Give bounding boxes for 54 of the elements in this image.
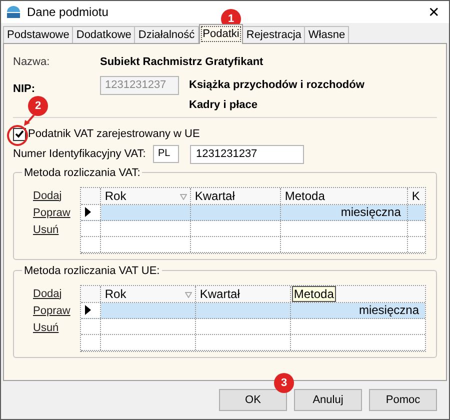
table-row[interactable]: [80, 318, 425, 334]
action-link[interactable]: Dodaj: [33, 286, 62, 300]
header-cell[interactable]: Rok: [100, 286, 196, 302]
name-label: Nazwa:: [13, 54, 51, 70]
header-cell[interactable]: Metoda: [290, 286, 425, 302]
table-row[interactable]: [80, 236, 425, 252]
vat-number-field[interactable]: 1231231237: [190, 144, 304, 164]
column-header: Rok: [104, 286, 126, 302]
column-header: Metoda: [284, 188, 325, 204]
country-code-field[interactable]: PL: [153, 145, 179, 163]
entity-name: Subiekt Rachmistrz Gratyfikant: [100, 54, 264, 70]
column-header: Kwartał: [200, 286, 240, 302]
row-pointer-icon: [84, 305, 91, 315]
annotation-arrow-icon: [23, 115, 35, 127]
tab[interactable]: Podstawowe: [3, 26, 74, 43]
action-link[interactable]: Usuń: [33, 320, 59, 334]
table-row[interactable]: miesięczna: [80, 302, 425, 318]
table-row[interactable]: [80, 220, 425, 236]
close-button[interactable]: ✕: [424, 5, 444, 19]
table-row[interactable]: miesięczna: [80, 204, 425, 220]
action-link[interactable]: Usuń: [33, 222, 59, 236]
tab[interactable]: Własne: [304, 26, 350, 43]
header-cell[interactable]: Kwartał: [190, 188, 281, 204]
header-tooltip: Metoda: [292, 286, 336, 302]
window-title: Dane podmiotu: [27, 4, 108, 21]
action-link[interactable]: Popraw: [33, 302, 70, 318]
header-cell[interactable]: Kwartał: [196, 286, 291, 302]
dialog-button[interactable]: Anuluj: [294, 389, 362, 411]
row-pointer-icon: [84, 207, 91, 217]
column-header: Kwartał: [194, 188, 235, 204]
vat-id-label: Numer Identyfikacyjny VAT:: [13, 146, 147, 162]
dialog-button[interactable]: Pomoc: [369, 389, 437, 411]
nip-label: NIP:: [13, 82, 36, 95]
app-logo-icon: [6, 6, 21, 18]
table-cell-text: miesięczna: [358, 302, 419, 319]
header-cell[interactable]: K: [408, 188, 425, 204]
header-cell[interactable]: Metoda: [280, 188, 408, 204]
header-cell[interactable]: Rok: [100, 188, 191, 204]
table-row[interactable]: [80, 334, 425, 350]
sort-icon[interactable]: [184, 292, 192, 298]
checkbox[interactable]: [13, 128, 26, 141]
action-link[interactable]: Popraw: [33, 204, 70, 220]
checkbox-label: Podatnik VAT zarejestrowany w UE: [28, 127, 200, 142]
sort-icon[interactable]: [180, 194, 187, 200]
dialog-button[interactable]: OK: [219, 389, 287, 411]
tab[interactable]: Działalność: [134, 26, 199, 43]
module-label: Kadry i płace: [189, 98, 258, 112]
table-cell-text: miesięczna: [340, 204, 401, 221]
action-link[interactable]: Dodaj: [33, 188, 62, 202]
tab[interactable]: Podatki: [198, 24, 244, 44]
module-label: Książka przychodów i rozchodów: [189, 78, 364, 93]
column-header: K: [412, 188, 420, 204]
tab[interactable]: Rejestracja: [242, 26, 306, 43]
column-header: Rok: [104, 188, 126, 204]
